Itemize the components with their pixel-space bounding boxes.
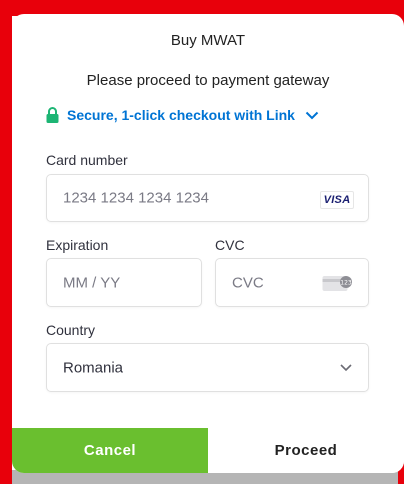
country-value: Romania — [63, 359, 124, 376]
expiration-placeholder: MM / YY — [63, 274, 121, 291]
cvc-input[interactable]: CVC 123 — [215, 258, 369, 307]
cvc-label: CVC — [215, 237, 245, 253]
modal-title: Buy MWAT — [170, 32, 246, 49]
modal-subtitle: Please proceed to payment gateway — [86, 72, 330, 89]
card-number-placeholder: 1234 1234 1234 1234 — [63, 189, 209, 207]
country-select[interactable]: Romania — [46, 343, 369, 392]
expiration-input[interactable]: MM / YY — [46, 258, 202, 307]
red-frame-left — [0, 0, 12, 484]
expiration-label: Expiration — [46, 237, 109, 253]
chevron-down-icon — [340, 364, 352, 372]
chevron-down-icon — [305, 111, 319, 119]
payment-modal: Buy MWAT Please proceed to payment gatew… — [12, 14, 404, 473]
card-number-label: Card number — [46, 152, 128, 168]
link-checkout-label: Secure, 1-click checkout with Link — [67, 107, 295, 123]
cvc-placeholder: CVC — [232, 274, 264, 291]
modal-footer: Cancel Proceed — [12, 428, 404, 473]
cancel-button[interactable]: Cancel — [12, 428, 208, 473]
country-label: Country — [46, 322, 96, 338]
visa-icon: VISA — [320, 191, 354, 209]
svg-text:123: 123 — [340, 280, 352, 287]
cvc-card-icon: 123 — [322, 276, 352, 291]
lock-icon — [46, 107, 59, 123]
card-number-input[interactable]: 1234 1234 1234 1234 VISA — [46, 174, 369, 222]
proceed-button[interactable]: Proceed — [208, 428, 404, 473]
link-checkout-toggle[interactable]: Secure, 1-click checkout with Link — [46, 107, 319, 123]
